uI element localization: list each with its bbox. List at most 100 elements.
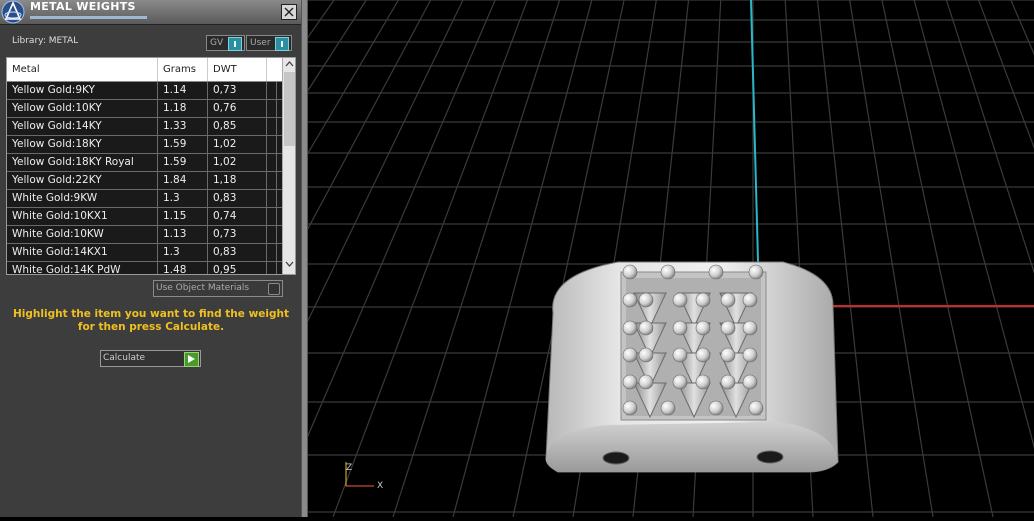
- calculate-label: Calculate: [103, 353, 146, 363]
- table-scrollbar[interactable]: [282, 58, 295, 274]
- prong-ball: [638, 320, 654, 336]
- grid-line: [1010, 0, 1034, 56]
- ring-model: [545, 261, 839, 473]
- y-axis-line: [750, 0, 760, 299]
- calculate-play-button[interactable]: [184, 352, 199, 367]
- grid-line: [849, 0, 934, 518]
- prong-ball: [638, 347, 654, 363]
- gv-toggle[interactable]: GV: [206, 35, 245, 51]
- prong-ball: [638, 292, 654, 308]
- table-header: Metal Grams DWT: [7, 58, 283, 82]
- cell-extra: [267, 244, 277, 261]
- cell-metal: Yellow Gold:18KY: [7, 136, 158, 153]
- cell-metal: White Gold:9KW: [7, 190, 158, 207]
- grid-line: [272, 0, 496, 518]
- table-row[interactable]: Yellow Gold:14KY 1.33 0,85: [7, 118, 283, 136]
- cell-grams: 1.59: [158, 136, 208, 153]
- cell-grams: 1.15: [158, 208, 208, 225]
- cell-extra: [267, 172, 277, 189]
- cell-dwt: 0,85: [208, 118, 267, 135]
- prong-ball: [660, 400, 676, 416]
- instruction-line-1: Highlight the item you want to find the …: [13, 308, 289, 320]
- cell-dwt: 0,95: [208, 262, 267, 274]
- scrollbar-thumb[interactable]: [284, 72, 295, 146]
- instruction-text: Highlight the item you want to find the …: [12, 308, 290, 334]
- toggle-knob-icon: [275, 37, 289, 51]
- table-row[interactable]: White Gold:14K PdW 1.48 0,95: [7, 262, 283, 274]
- column-header-metal[interactable]: Metal: [7, 58, 158, 81]
- app-logo-icon: [1, 0, 25, 24]
- prong-ball: [672, 347, 688, 363]
- panel-titlebar[interactable]: METAL WEIGHTS: [0, 0, 301, 25]
- prong-ball: [695, 292, 711, 308]
- grid-line: [332, 0, 528, 518]
- grid-line: [978, 0, 1034, 150]
- prong-ball: [638, 374, 654, 390]
- cell-grams: 1.13: [158, 226, 208, 243]
- scroll-down-icon[interactable]: [285, 261, 294, 267]
- table-row[interactable]: Yellow Gold:9KY 1.14 0,73: [7, 82, 283, 100]
- grid-line: [212, 0, 464, 518]
- scroll-up-icon[interactable]: [285, 61, 294, 67]
- prong-ball: [708, 264, 724, 280]
- table-row[interactable]: White Gold:9KW 1.3 0,83: [7, 190, 283, 208]
- viewport-canvas[interactable]: Z X: [0, 0, 1034, 518]
- cell-metal: White Gold:14K PdW: [7, 262, 158, 274]
- prong-ball: [742, 292, 758, 308]
- cell-grams: 1.18: [158, 100, 208, 117]
- cell-grams: 1.48: [158, 262, 208, 274]
- cell-extra: [267, 226, 277, 243]
- table-row[interactable]: White Gold:10KX1 1.15 0,74: [7, 208, 283, 226]
- grid-line: [913, 0, 1034, 449]
- cell-dwt: 0,73: [208, 226, 267, 243]
- cell-extra: [267, 82, 277, 99]
- use-object-materials-checkbox[interactable]: Use Object Materials: [153, 280, 283, 297]
- prong-ball: [622, 400, 638, 416]
- prong-ball: [660, 264, 676, 280]
- cell-extra: [267, 118, 277, 135]
- prong-ball: [748, 400, 764, 416]
- cell-metal: White Gold:14KX1: [7, 244, 158, 261]
- checkbox-box[interactable]: [268, 283, 280, 295]
- table-row[interactable]: Yellow Gold:22KY 1.84 1,18: [7, 172, 283, 190]
- prong-ball: [695, 320, 711, 336]
- prong-ball: [742, 347, 758, 363]
- cell-dwt: 1,18: [208, 172, 267, 189]
- cell-extra: [267, 154, 277, 171]
- gizmo-x-label: X: [377, 481, 383, 491]
- prong-ball: [720, 292, 736, 308]
- table-row[interactable]: Yellow Gold:18KY 1.59 1,02: [7, 136, 283, 154]
- column-header-dwt[interactable]: DWT: [208, 58, 267, 81]
- cell-grams: 1.59: [158, 154, 208, 171]
- cell-extra: [267, 100, 277, 117]
- gv-toggle-label: GV: [210, 38, 224, 48]
- table-row[interactable]: Yellow Gold:10KY 1.18 0,76: [7, 100, 283, 118]
- cell-extra: [267, 262, 277, 274]
- user-toggle[interactable]: User: [246, 35, 292, 51]
- panel-title: METAL WEIGHTS: [30, 0, 136, 13]
- 3d-viewport[interactable]: Z X: [0, 0, 1034, 518]
- grid-line: [881, 0, 994, 518]
- close-button[interactable]: [281, 4, 297, 20]
- column-header-extra: [267, 58, 283, 81]
- table-row[interactable]: Yellow Gold:18KY Royal 1.59 1,02: [7, 154, 283, 172]
- cell-metal: Yellow Gold:14KY: [7, 118, 158, 135]
- metal-table: Metal Grams DWT Yellow Gold:9KY 1.14 0,73 Y…: [6, 57, 296, 275]
- cell-dwt: 1,02: [208, 136, 267, 153]
- prong-ball: [622, 264, 638, 280]
- prong-ball: [720, 374, 736, 390]
- library-label: Library: METAL: [12, 36, 79, 46]
- prong-ball: [622, 374, 638, 390]
- column-header-grams[interactable]: Grams: [158, 58, 208, 81]
- prong-ball: [695, 374, 711, 390]
- table-row[interactable]: White Gold:14KX1 1.3 0,83: [7, 244, 283, 262]
- cell-grams: 1.3: [158, 244, 208, 261]
- prong-ball: [708, 400, 724, 416]
- table-row[interactable]: White Gold:10KW 1.13 0,73: [7, 226, 283, 244]
- cell-grams: 1.33: [158, 118, 208, 135]
- cell-metal: White Gold:10KX1: [7, 208, 158, 225]
- calculate-button[interactable]: Calculate: [100, 350, 201, 367]
- panel-splitter[interactable]: [301, 0, 308, 517]
- prong-ball: [622, 347, 638, 363]
- cell-grams: 1.84: [158, 172, 208, 189]
